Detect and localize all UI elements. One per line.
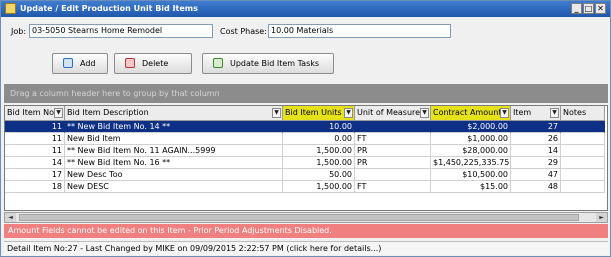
- cell-units[interactable]: 0.00: [283, 133, 355, 145]
- cell-units[interactable]: 1,500.00: [283, 145, 355, 157]
- table-row[interactable]: 14 ** New Bid Item No. 16 ** 1,500.00 PR $1,…: [5, 157, 605, 169]
- scroll-right-icon[interactable]: ►: [596, 213, 607, 222]
- group-by-area[interactable]: Drag a column header here to group by th…: [4, 84, 608, 103]
- filter-dropdown-icon[interactable]: ▼: [272, 108, 281, 118]
- table-row[interactable]: 11 ** New Bid Item No. 11 AGAIN...5999 1,5…: [5, 145, 605, 157]
- cell-item[interactable]: 27: [511, 121, 561, 133]
- cell-notes[interactable]: [561, 157, 605, 169]
- delete-button-label: Delete: [142, 59, 169, 68]
- cell-notes[interactable]: [561, 181, 605, 193]
- update-button-label: Update Bid Item Tasks: [230, 59, 320, 68]
- cell-unit-of-measure[interactable]: FT: [355, 133, 431, 145]
- book-icon: [213, 58, 223, 68]
- bid-items-grid: Bid Item No ▼ Bid Item Description ▼ Bid I…: [4, 105, 608, 211]
- cell-units[interactable]: 1,500.00: [283, 157, 355, 169]
- cell-contract-amount[interactable]: $28,000.00: [431, 145, 511, 157]
- cell-contract-amount[interactable]: $10,500.00: [431, 169, 511, 181]
- close-button[interactable]: ✕: [595, 3, 606, 14]
- cell-description[interactable]: ** New Bid Item No. 14 **: [65, 121, 283, 133]
- cell-bid-item-no[interactable]: 11: [5, 121, 65, 133]
- cell-description[interactable]: New Desc Too: [65, 169, 283, 181]
- filter-dropdown-icon[interactable]: ▼: [344, 108, 353, 118]
- cell-item[interactable]: 29: [511, 157, 561, 169]
- cell-units[interactable]: 1,500.00: [283, 181, 355, 193]
- table-row[interactable]: 11 ** New Bid Item No. 14 ** 10.00 $2,000.0…: [5, 121, 605, 133]
- maximize-button[interactable]: □: [583, 3, 594, 14]
- cell-unit-of-measure[interactable]: PR: [355, 157, 431, 169]
- delete-button[interactable]: Delete: [114, 53, 192, 74]
- column-header-bid-item-units[interactable]: Bid Item Units ▼: [283, 106, 355, 121]
- cell-bid-item-no[interactable]: 14: [5, 157, 65, 169]
- job-label: Job:: [11, 27, 27, 36]
- column-header-item[interactable]: Item ▼: [511, 106, 561, 121]
- app-icon: [5, 3, 16, 14]
- cell-notes[interactable]: [561, 145, 605, 157]
- table-row[interactable]: 17 New Desc Too 50.00 $10,500.00 47: [5, 169, 605, 181]
- cell-contract-amount[interactable]: $1,450,225,335.75: [431, 157, 511, 169]
- cell-item[interactable]: 48: [511, 181, 561, 193]
- status-bar[interactable]: Detail Item No:27 - Last Changed by MIKE…: [4, 241, 608, 255]
- cell-bid-item-no[interactable]: 17: [5, 169, 65, 181]
- cell-unit-of-measure[interactable]: [355, 169, 431, 181]
- add-icon: [63, 58, 73, 68]
- table-row[interactable]: 18 New DESC 1,500.00 FT $15.00 48: [5, 181, 605, 193]
- horizontal-scrollbar[interactable]: ◄ ►: [4, 212, 608, 223]
- minimize-button[interactable]: _: [571, 3, 582, 14]
- scroll-left-icon[interactable]: ◄: [5, 213, 16, 222]
- cell-item[interactable]: 47: [511, 169, 561, 181]
- cell-units[interactable]: 10.00: [283, 121, 355, 133]
- warning-bar: Amount Fields cannot be edited on this I…: [4, 224, 608, 238]
- cell-description[interactable]: New DESC: [65, 181, 283, 193]
- column-header-notes[interactable]: Notes: [561, 106, 605, 121]
- cell-bid-item-no[interactable]: 11: [5, 145, 65, 157]
- add-button[interactable]: Add: [52, 53, 108, 74]
- cost-phase-label: Cost Phase:: [220, 27, 267, 36]
- cost-phase-field[interactable]: 10.00 Materials: [268, 24, 451, 38]
- cell-units[interactable]: 50.00: [283, 169, 355, 181]
- filter-dropdown-icon[interactable]: ▼: [500, 108, 509, 118]
- window-title: Update / Edit Production Unit Bid Items: [20, 4, 198, 13]
- grid-header: Bid Item No ▼ Bid Item Description ▼ Bid I…: [5, 106, 605, 121]
- bid-items-window: Update / Edit Production Unit Bid Items …: [0, 0, 611, 257]
- delete-icon: [125, 58, 135, 68]
- cell-unit-of-measure[interactable]: FT: [355, 181, 431, 193]
- cell-description[interactable]: New Bid Item: [65, 133, 283, 145]
- cell-contract-amount[interactable]: $2,000.00: [431, 121, 511, 133]
- cell-description[interactable]: ** New Bid Item No. 16 **: [65, 157, 283, 169]
- add-button-label: Add: [80, 59, 96, 68]
- title-bar: Update / Edit Production Unit Bid Items …: [1, 1, 610, 17]
- column-header-bid-item-no[interactable]: Bid Item No ▼: [5, 106, 65, 121]
- cell-unit-of-measure[interactable]: PR: [355, 145, 431, 157]
- scroll-thumb[interactable]: [19, 214, 579, 221]
- cell-item[interactable]: 14: [511, 145, 561, 157]
- job-field[interactable]: 03-5050 Stearns Home Remodel: [29, 24, 213, 38]
- column-header-unit-of-measure[interactable]: Unit of Measure ▼: [355, 106, 431, 121]
- cell-unit-of-measure[interactable]: [355, 121, 431, 133]
- filter-dropdown-icon[interactable]: ▼: [550, 108, 559, 118]
- update-bid-item-tasks-button[interactable]: Update Bid Item Tasks: [202, 53, 334, 74]
- cell-notes[interactable]: [561, 133, 605, 145]
- cell-notes[interactable]: [561, 121, 605, 133]
- column-header-description[interactable]: Bid Item Description ▼: [65, 106, 283, 121]
- filter-dropdown-icon[interactable]: ▼: [420, 108, 429, 118]
- filter-dropdown-icon[interactable]: ▼: [54, 108, 63, 118]
- cell-notes[interactable]: [561, 169, 605, 181]
- table-row[interactable]: 11 New Bid Item 0.00 FT $1,000.00 26: [5, 133, 605, 145]
- cell-bid-item-no[interactable]: 11: [5, 133, 65, 145]
- cell-contract-amount[interactable]: $1,000.00: [431, 133, 511, 145]
- cell-contract-amount[interactable]: $15.00: [431, 181, 511, 193]
- cell-bid-item-no[interactable]: 18: [5, 181, 65, 193]
- cell-description[interactable]: ** New Bid Item No. 11 AGAIN...5999: [65, 145, 283, 157]
- column-header-contract-amount[interactable]: Contract Amount ▼: [431, 106, 511, 121]
- cell-item[interactable]: 26: [511, 133, 561, 145]
